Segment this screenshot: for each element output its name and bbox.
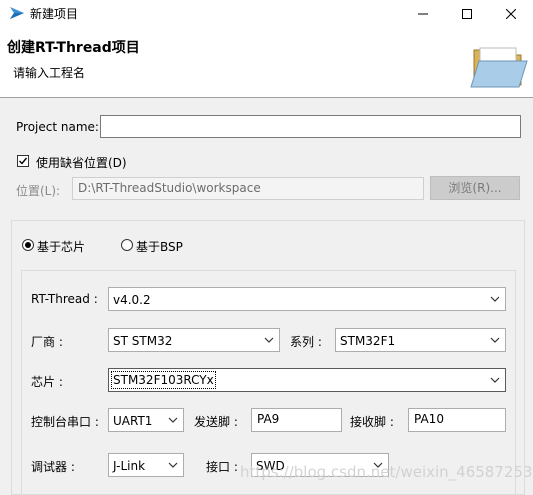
use-default-location-checkbox[interactable] [17,155,29,167]
minimize-button[interactable] [401,0,445,27]
chevron-down-icon [490,337,500,343]
use-default-location-label: 使用缺省位置(D) [36,156,127,170]
browse-button[interactable]: 浏览(R)... [430,176,520,200]
debugger-select[interactable]: J-Link [108,453,184,477]
series-select[interactable]: STM32F1 [335,328,506,352]
rtthread-version-value: v4.0.2 [113,293,151,307]
project-name-label: Project name: [16,120,99,134]
open-folder-icon [470,47,528,88]
chevron-down-icon [168,417,178,423]
chevron-down-icon [490,377,500,383]
based-on-chip-label: 基于芯片 [37,240,86,254]
page-subtitle: 请输入工程名 [13,66,86,80]
debugger-value: J-Link [113,459,146,473]
maximize-icon [462,8,472,19]
chevron-down-icon [490,296,500,302]
watermark: https://blog.csdn.net/weixin_46587253 [240,463,533,481]
location-label: 位置(L): [16,184,61,198]
vendor-select[interactable]: ST STM32 [108,328,280,352]
rx-pin-label: 接收脚 : [350,415,394,429]
checkmark-icon [19,157,28,165]
close-icon [506,8,516,19]
debugger-label: 调试器 : [31,460,75,474]
chevron-down-icon [168,462,178,468]
based-on-bsp-radio[interactable] [121,239,133,251]
series-value: STM32F1 [340,334,396,348]
console-serial-value: UART1 [113,414,153,428]
based-on-bsp-label: 基于BSP [136,240,183,254]
chip-label: 芯片 : [31,375,63,389]
tx-pin-label: 发送脚 : [194,415,238,429]
tx-pin-input[interactable]: PA9 [251,408,342,432]
rx-pin-input[interactable]: PA10 [408,408,506,432]
rtthread-version-select[interactable]: v4.0.2 [108,287,506,311]
location-input[interactable]: D:\RT-ThreadStudio\workspace [72,177,424,200]
chip-select[interactable]: STM32F103RCYx [108,368,506,392]
interface-label: 接口 : [206,460,238,474]
maximize-button[interactable] [445,0,489,27]
rt-thread-studio-icon [10,7,24,19]
vendor-value: ST STM32 [113,334,173,348]
series-label: 系列 : [290,335,322,349]
radio-dot [25,242,31,248]
rtthread-version-label: RT-Thread : [31,292,98,306]
console-serial-select[interactable]: UART1 [108,408,184,432]
page-title: 创建RT-Thread项目 [7,40,140,56]
console-serial-label: 控制台串口 : [31,415,99,429]
window-title: 新建项目 [30,7,79,21]
project-name-input[interactable] [100,115,521,138]
vendor-label: 厂商 : [31,335,63,349]
minimize-icon [418,13,428,14]
chip-value: STM32F103RCYx [111,371,216,389]
close-button[interactable] [489,0,533,27]
based-on-chip-radio[interactable] [22,239,34,251]
chevron-down-icon [264,337,274,343]
